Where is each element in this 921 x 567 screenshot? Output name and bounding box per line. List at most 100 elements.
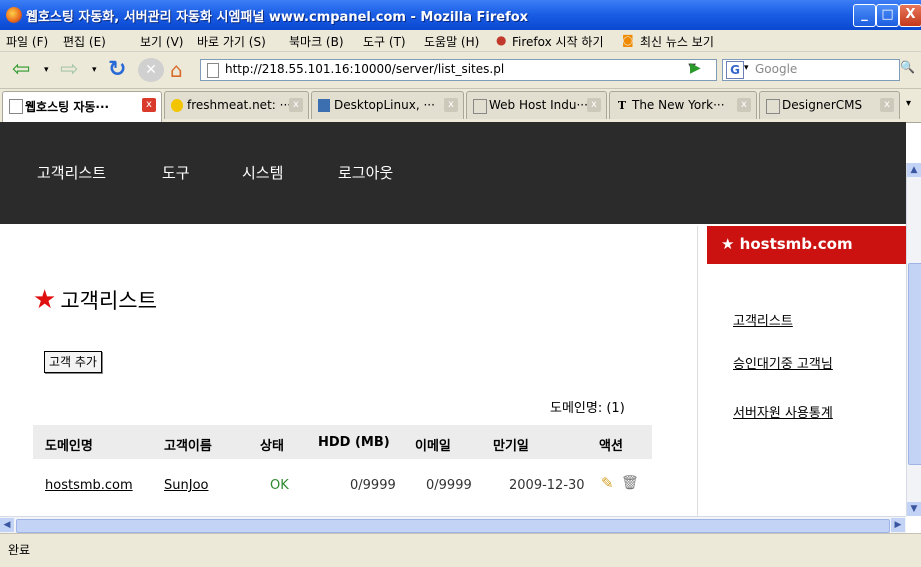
tab-close-icon[interactable]: x: [737, 98, 751, 112]
tab-list-icon[interactable]: ▾: [906, 98, 911, 109]
menu-view[interactable]: 보기 (V): [140, 33, 183, 50]
forward-icon[interactable]: ⇨: [60, 58, 86, 82]
vertical-scroll-thumb[interactable]: [908, 263, 921, 465]
sidebar-brand: ★ hostsmb.com: [707, 226, 906, 264]
edit-icon[interactable]: ✎: [601, 474, 614, 492]
horizontal-scroll-thumb[interactable]: [16, 519, 890, 533]
bookmark-getting-started[interactable]: Firefox 시작 하기: [512, 33, 604, 50]
search-engine-dropdown-icon[interactable]: ▾: [744, 63, 749, 73]
column-domain: 도메인명: [45, 439, 93, 454]
expiry-date: 2009-12-30: [509, 478, 585, 493]
table-header: 도메인명 고객이름 상태 HDD (MB) 이메일 만기일 액션: [33, 425, 652, 459]
column-email: 이메일: [415, 439, 451, 454]
menu-go[interactable]: 바로 가기 (S): [197, 33, 266, 50]
star-icon: ★: [33, 285, 57, 315]
brand-title: ★ hostsmb.com: [721, 235, 853, 253]
sidebar-divider: [697, 226, 698, 516]
tab-label: DesktopLinux, ···: [334, 98, 435, 112]
tab-close-icon[interactable]: x: [880, 98, 894, 112]
search-engine-icon[interactable]: G: [726, 61, 744, 79]
sidebar-link-pending-customers[interactable]: 승인대기중 고객님: [733, 353, 833, 372]
tab-webhosting[interactable]: 웹호스팅 자동··· x: [2, 91, 162, 122]
page-title: ★ 고객리스트: [33, 285, 157, 315]
menubar: 파일 (F) 편집 (E) 보기 (V) 바로 가기 (S) 북마크 (B) 도…: [0, 30, 921, 52]
column-customer-name: 고객이름: [164, 439, 212, 454]
domain-link[interactable]: hostsmb.com: [45, 478, 133, 493]
back-icon[interactable]: ⇦: [12, 58, 38, 82]
tab-webhost-industry[interactable]: Web Host Indu··· x: [466, 91, 607, 119]
search-box[interactable]: G ▾ Google: [722, 59, 900, 81]
column-status: 상태: [260, 439, 284, 454]
email-usage: 0/9999: [426, 478, 472, 493]
site-nav: 고객리스트 도구 시스템 로그아웃: [0, 122, 906, 224]
tab-freshmeat[interactable]: freshmeat.net: ··· x: [164, 91, 309, 119]
scroll-right-icon[interactable]: ▶: [891, 518, 905, 532]
nav-system[interactable]: 시스템: [242, 162, 283, 183]
sidebar-link-resource-stats[interactable]: 서버자원 사용통계: [733, 402, 833, 421]
trash-icon[interactable]: 🗑: [621, 475, 639, 491]
nytimes-icon: T: [617, 99, 627, 112]
tab-designercms[interactable]: DesignerCMS x: [759, 91, 900, 119]
maximize-button[interactable]: □: [876, 4, 899, 27]
add-customer-button[interactable]: 고객 추가: [44, 351, 102, 373]
menu-bookmarks[interactable]: 북마크 (B): [289, 33, 344, 50]
tab-label: freshmeat.net: ···: [187, 98, 292, 112]
window-title: 웹호스팅 자동화, 서버관리 자동화 시엠패널 www.cmpanel.com …: [26, 10, 529, 25]
menu-file[interactable]: 파일 (F): [6, 33, 48, 50]
forward-dropdown-icon[interactable]: ▾: [92, 65, 97, 75]
url-text[interactable]: http://218.55.101.16:10000/server/list_s…: [225, 62, 504, 76]
scroll-left-icon[interactable]: ◀: [0, 518, 14, 532]
go-icon[interactable]: ▶: [690, 60, 701, 76]
search-placeholder[interactable]: Google: [755, 62, 797, 76]
tab-label: 웹호스팅 자동···: [25, 100, 110, 114]
status-badge: OK: [270, 478, 289, 493]
menu-tools[interactable]: 도구 (T): [363, 33, 406, 50]
desktoplinux-icon: [318, 99, 330, 112]
page-icon: [473, 99, 487, 114]
tab-label: Web Host Indu···: [489, 98, 588, 112]
reload-icon[interactable]: ↻: [108, 58, 134, 82]
stop-icon[interactable]: ✕: [138, 58, 164, 82]
back-dropdown-icon[interactable]: ▾: [44, 65, 49, 75]
menu-edit[interactable]: 편집 (E): [63, 33, 106, 50]
tab-nytimes[interactable]: T The New York··· x: [609, 91, 757, 119]
minimize-button[interactable]: _: [853, 4, 876, 27]
freshmeat-icon: [171, 99, 183, 112]
domain-count: 도메인명: (1): [550, 401, 625, 416]
scroll-down-icon[interactable]: ▼: [907, 502, 921, 516]
tab-close-icon[interactable]: x: [289, 98, 303, 112]
rss-icon: ◙: [622, 33, 634, 47]
tab-close-icon[interactable]: x: [142, 98, 156, 112]
firefox-icon: [6, 7, 22, 23]
menu-help[interactable]: 도움말 (H): [424, 33, 479, 50]
home-icon[interactable]: ⌂: [170, 58, 196, 82]
close-button[interactable]: X: [899, 4, 921, 27]
page-title-text: 고객리스트: [60, 289, 157, 313]
nav-tools[interactable]: 도구: [162, 162, 190, 183]
nav-customer-list[interactable]: 고객리스트: [37, 162, 106, 183]
horizontal-scrollbar[interactable]: ◀ ▶: [0, 516, 906, 533]
page-icon: [9, 99, 23, 114]
column-action: 액션: [599, 439, 623, 454]
search-icon[interactable]: 🔍: [900, 60, 918, 78]
url-bar[interactable]: http://218.55.101.16:10000/server/list_s…: [200, 59, 717, 81]
column-expiry: 만기일: [493, 439, 529, 454]
vertical-scrollbar[interactable]: ▲ ▼: [906, 163, 921, 516]
firefox-bookmark-icon: ●: [496, 33, 507, 47]
window-titlebar[interactable]: 웹호스팅 자동화, 서버관리 자동화 시엠패널 www.cmpanel.com …: [0, 0, 921, 30]
tab-close-icon[interactable]: x: [444, 98, 458, 112]
status-text: 완료: [8, 543, 31, 557]
page-icon: [766, 99, 780, 114]
sidebar-link-customer-list[interactable]: 고객리스트: [733, 310, 793, 329]
status-bar: 완료: [0, 533, 921, 567]
tab-desktoplinux[interactable]: DesktopLinux, ··· x: [311, 91, 464, 119]
bookmark-latest-news[interactable]: 최신 뉴스 보기: [640, 33, 714, 50]
tab-close-icon[interactable]: x: [587, 98, 601, 112]
column-hdd: HDD (MB): [318, 435, 390, 450]
tab-bar: 웹호스팅 자동··· x freshmeat.net: ··· x Deskto…: [0, 89, 921, 123]
customer-name-link[interactable]: SunJoo: [164, 478, 208, 493]
nav-logout[interactable]: 로그아웃: [338, 162, 393, 183]
scroll-up-icon[interactable]: ▲: [907, 163, 921, 177]
tab-label: DesignerCMS: [782, 98, 863, 112]
page-icon: [207, 63, 219, 78]
